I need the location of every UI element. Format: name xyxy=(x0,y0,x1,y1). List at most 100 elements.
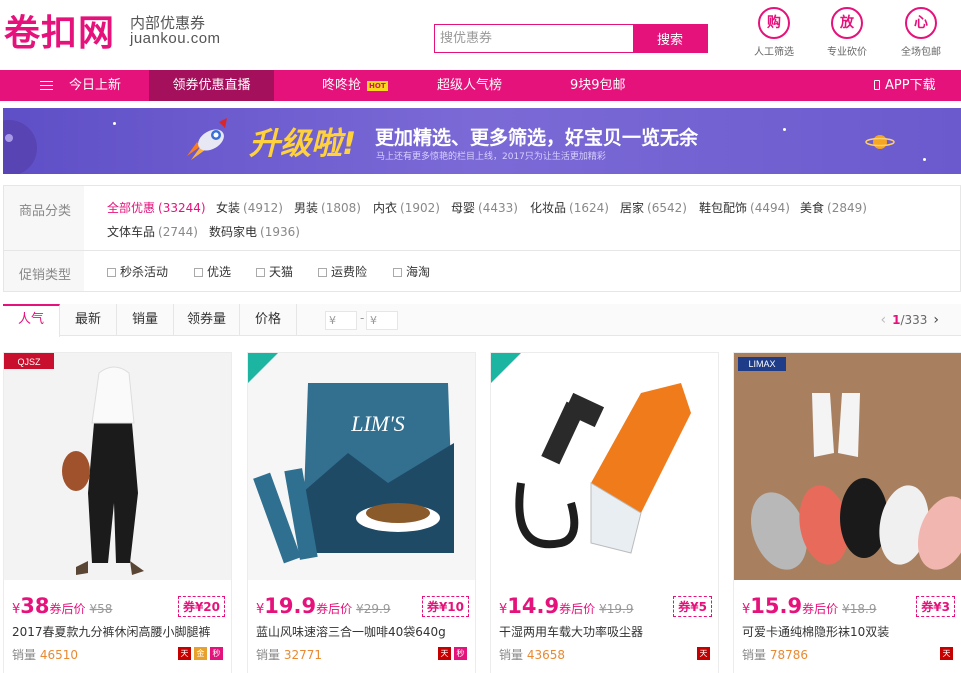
checkbox[interactable] xyxy=(393,268,402,277)
feature-label: 全场包邮 xyxy=(901,47,941,58)
category-sports-auto[interactable]: 文体车品 (2744) xyxy=(107,223,198,240)
category-mens[interactable]: 男装 (1808) xyxy=(294,199,361,216)
category-baby[interactable]: 母婴 (4433) xyxy=(451,199,518,216)
product-card[interactable]: LIMAX ¥15.9券后价 ¥18.9 券¥3 可爱卡通纯棉隐形袜10双装 销量… xyxy=(733,352,961,673)
feature-bargain[interactable]: 放 专业砍价 xyxy=(817,7,877,58)
sort-newest[interactable]: 最新 xyxy=(60,304,117,336)
promo-tmall[interactable]: 天猫 xyxy=(256,263,293,280)
price: 38 xyxy=(20,594,50,618)
chevron-left-icon[interactable]: ‹ xyxy=(880,312,886,328)
shop-badges: 天 秒 xyxy=(438,647,467,660)
search-input[interactable] xyxy=(435,25,633,52)
category-food[interactable]: 美食 (2849) xyxy=(800,199,867,216)
original-price: ¥58 xyxy=(89,602,113,616)
banner-headline: 升级啦! xyxy=(249,126,357,162)
original-price: ¥19.9 xyxy=(599,602,634,616)
category-womens[interactable]: 女装 (4912) xyxy=(216,199,283,216)
tmall-icon: 天 xyxy=(438,647,451,660)
original-price: ¥29.9 xyxy=(356,602,391,616)
banner-main-text: 更加精选、更多筛选，好宝贝一览无余 xyxy=(375,127,699,149)
nav-item-popular-rank[interactable]: 超级人气榜 xyxy=(437,70,502,101)
category-home[interactable]: 居家 (6542) xyxy=(620,199,687,216)
checkbox[interactable] xyxy=(318,268,327,277)
feature-manual-select[interactable]: 购 人工筛选 xyxy=(744,7,804,58)
category-shoes-bags[interactable]: 鞋包配饰 (4494) xyxy=(699,199,790,216)
product-title[interactable]: 可爱卡通纯棉隐形袜10双装 xyxy=(742,623,955,640)
planet-icon xyxy=(3,120,37,174)
promo-banner[interactable]: 升级啦! 更加精选、更多筛选，好宝贝一览无余 马上还有更多惊艳的栏目上线，201… xyxy=(3,108,961,174)
nav-app-download[interactable]: APP下载 xyxy=(874,70,936,101)
nav-item-9-9-shipping[interactable]: 9块9包邮 xyxy=(570,70,626,101)
product-title[interactable]: 蓝山风味速溶三合一咖啡40袋640g xyxy=(256,623,469,640)
product-image[interactable] xyxy=(491,353,718,580)
nav-item-coupon-live[interactable]: 领券优惠直播 xyxy=(149,70,274,101)
release-icon: 放 xyxy=(831,7,863,39)
coupon-badge[interactable]: 券¥20 xyxy=(177,596,225,617)
category-all[interactable]: 全部优惠 (33244) xyxy=(107,199,206,216)
shop-badges: 天 xyxy=(940,647,953,660)
product-brand-badge: QJSZ xyxy=(17,357,41,367)
sales-count: 销量 46510 xyxy=(12,648,79,662)
sort-sales[interactable]: 销量 xyxy=(117,304,174,336)
promo-flash-sale[interactable]: 秒杀活动 xyxy=(107,263,168,280)
hot-badge: HOT xyxy=(367,80,388,91)
banner-small-text: 马上还有更多惊艳的栏目上线，2017只为让生活更加精彩 xyxy=(376,152,606,162)
sales-count: 销量 78786 xyxy=(742,648,809,662)
product-card[interactable]: QJSZ ¥38券后价 ¥58 券¥20 2017春夏款九分裤休闲高腰小脚腿裤 销… xyxy=(3,352,232,673)
promo-shipping-insurance[interactable]: 运费险 xyxy=(318,263,367,280)
product-card[interactable]: LIM'S ¥19.9券后价 ¥29.9 券¥10 蓝山风味速溶三合一咖啡40袋6… xyxy=(247,352,476,673)
category-digital[interactable]: 数码家电 (1936) xyxy=(209,223,300,240)
price-row: ¥15.9券后价 ¥18.9 券¥3 xyxy=(742,594,955,620)
price-row: ¥19.9券后价 ¥29.9 券¥10 xyxy=(256,594,469,620)
category-underwear[interactable]: 内衣 (1902) xyxy=(373,199,440,216)
price-min-input[interactable]: ¥ xyxy=(325,311,357,330)
category-cosmetics[interactable]: 化妆品 (1624) xyxy=(530,199,609,216)
shop-badges: 天 金 秒 xyxy=(178,647,223,660)
filter-panel: 商品分类 促销类型 全部优惠 (33244) 女装 (4912) 男装 (1808) … xyxy=(3,185,961,292)
price-max-input[interactable]: ¥ xyxy=(366,311,398,330)
search-button[interactable]: 搜索 xyxy=(633,25,707,52)
product-title[interactable]: 2017春夏款九分裤休闲高腰小脚腿裤 xyxy=(12,623,225,640)
checkbox[interactable] xyxy=(194,268,203,277)
sort-coupon-count[interactable]: 领券量 xyxy=(174,304,240,336)
checkbox[interactable] xyxy=(107,268,116,277)
header: 卷扣网 内部优惠券 juankou.com 搜索 购 人工筛选 放 专业砍价 心… xyxy=(0,0,961,70)
product-title[interactable]: 干湿两用车载大功率吸尘器 xyxy=(499,623,712,640)
nav-item-flash-grab[interactable]: 咚咚抢 HOT xyxy=(322,70,388,101)
feature-free-shipping[interactable]: 心 全场包邮 xyxy=(891,7,951,58)
sort-price[interactable]: 价格 xyxy=(240,304,297,336)
price-row: ¥38券后价 ¥58 券¥20 xyxy=(12,594,225,620)
logo-domain: juankou.com xyxy=(130,30,221,47)
sort-bar: 人气 最新 销量 领券量 价格 ¥ - ¥ ‹ 1/333 › xyxy=(3,304,961,337)
phone-icon xyxy=(874,80,880,90)
sales-count: 销量 43658 xyxy=(499,648,566,662)
checkbox[interactable] xyxy=(256,268,265,277)
gold-icon: 金 xyxy=(194,647,207,660)
coupon-badge[interactable]: 券¥5 xyxy=(673,596,712,617)
shop-badges: 天 xyxy=(697,647,710,660)
product-image[interactable]: LIMAX xyxy=(734,353,961,580)
coupon-badge[interactable]: 券¥10 xyxy=(421,596,469,617)
product-image[interactable]: LIM'S xyxy=(248,353,475,580)
category-label: 商品分类 xyxy=(19,204,72,219)
coupon-badge[interactable]: 券¥3 xyxy=(916,596,955,617)
sort-popularity[interactable]: 人气 xyxy=(3,304,60,337)
main-nav: 今日上新 领券优惠直播 咚咚抢 HOT 超级人气榜 9块9包邮 APP下载 xyxy=(0,70,961,101)
nav-item-new-today[interactable]: 今日上新 xyxy=(40,70,121,101)
star-icon xyxy=(923,158,926,161)
feature-label: 专业砍价 xyxy=(827,47,867,58)
product-card[interactable]: ¥14.9券后价 ¥19.9 券¥5 干湿两用车载大功率吸尘器 销量 43658 … xyxy=(490,352,719,673)
chevron-right-icon[interactable]: › xyxy=(933,312,939,328)
price: 14.9 xyxy=(507,594,560,618)
star-icon xyxy=(113,122,116,125)
tmall-icon: 天 xyxy=(697,647,710,660)
product-image[interactable]: QJSZ xyxy=(4,353,231,580)
logo[interactable]: 卷扣网 xyxy=(4,4,115,56)
pager: ‹ 1/333 › xyxy=(874,304,945,336)
price: 15.9 xyxy=(750,594,803,618)
product-brand-badge: LIMAX xyxy=(748,359,775,369)
promo-overseas[interactable]: 海淘 xyxy=(393,263,430,280)
sales-count: 销量 32771 xyxy=(256,648,323,662)
promo-selected[interactable]: 优选 xyxy=(194,263,231,280)
star-icon xyxy=(783,128,786,131)
